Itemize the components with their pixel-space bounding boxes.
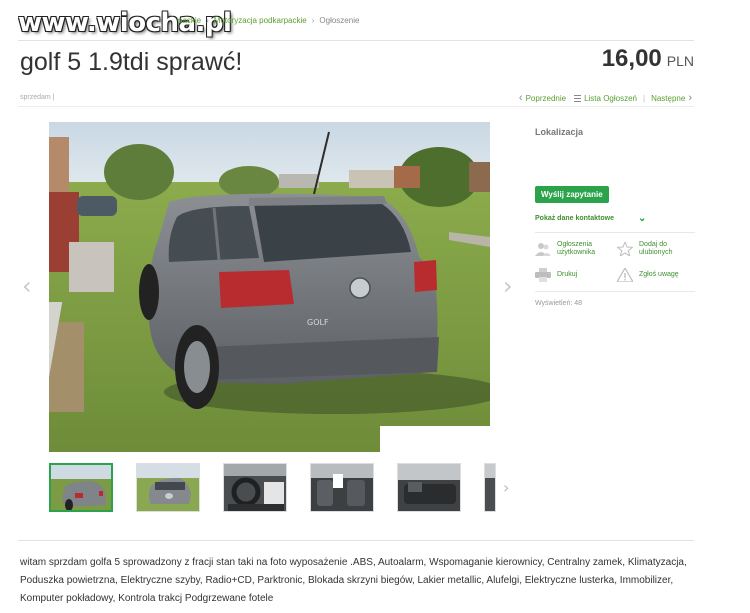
previous-ad-label: Poprzednie (525, 93, 567, 103)
main-photo[interactable]: GOLF (49, 122, 490, 452)
chevron-right-icon: › (206, 16, 209, 25)
report-label: Zgłoś uwagę (639, 271, 679, 278)
thumbnail[interactable] (223, 463, 287, 512)
price-amount: 16,00 (601, 45, 662, 72)
car-photo: GOLF (49, 122, 490, 452)
chevron-right-icon: › (688, 92, 692, 104)
thumbnail-image (485, 464, 495, 511)
thumbnail[interactable] (397, 463, 461, 512)
breadcrumb-item-region[interactable]: packie (178, 16, 201, 25)
chevron-right-icon[interactable]: › (503, 272, 513, 300)
thumbnail-strip (49, 463, 496, 512)
location-label: Lokalizacja (535, 127, 584, 137)
chevron-right-icon[interactable]: › (503, 478, 509, 497)
chevron-down-icon: ⌄ (637, 213, 647, 224)
next-ad-link[interactable]: Następne › (651, 92, 695, 104)
send-inquiry-button[interactable]: Wyślij zapytanie (535, 186, 609, 203)
ad-list-link[interactable]: Lista Ogłoszeń (566, 94, 637, 103)
thumbnail-image (311, 464, 373, 511)
ad-title: golf 5 1.9tdi sprawć! (20, 48, 243, 76)
plate-cover (380, 426, 490, 452)
price-currency: PLN (666, 53, 694, 69)
ad-type-label: sprzedam | (20, 94, 55, 101)
thumbnail[interactable] (136, 463, 200, 512)
ad-list-label: Lista Ogłoszeń (584, 93, 637, 103)
divider (18, 540, 694, 541)
chevron-left-icon[interactable]: ‹ (22, 272, 32, 300)
previous-ad-link[interactable]: ‹ Poprzednie (516, 92, 566, 104)
sidebar: Lokalizacja (535, 127, 695, 137)
printer-icon (535, 268, 551, 282)
listing-page: www.wiocha.pl packie › Motoryzacja podka… (0, 0, 750, 613)
next-ad-label: Następne (651, 93, 686, 103)
add-favorite-label: Dodaj do ulubionych (639, 241, 673, 256)
car-badge-text: GOLF (307, 318, 329, 327)
user-ads-label: Ogłoszenia użytkownika (557, 241, 596, 256)
thumbnail[interactable] (310, 463, 374, 512)
print-link[interactable]: Drukuj (535, 268, 577, 282)
show-contact-label: Pokaż dane kontaktowe (535, 215, 614, 222)
ad-description: witam sprzdam golfa 5 sprowadzony z frac… (20, 557, 687, 604)
list-icon (574, 94, 582, 102)
print-label: Drukuj (557, 271, 578, 278)
breadcrumb: packie › Motoryzacja podkarpackie › Ogło… (178, 16, 359, 25)
ad-price: 16,00 PLN (602, 45, 694, 73)
chevron-right-icon: › (311, 16, 315, 25)
chevron-left-icon: ‹ (518, 92, 523, 104)
divider (535, 291, 695, 292)
thumbnail[interactable] (49, 463, 113, 512)
thumbnail[interactable] (484, 463, 496, 512)
user-ads-link[interactable]: Ogłoszenia użytkownika (535, 241, 615, 257)
thumbnail-image (398, 464, 460, 511)
star-icon (617, 242, 633, 256)
divider (18, 40, 694, 41)
report-link[interactable]: Zgłoś uwagę (617, 268, 679, 282)
breadcrumb-item-category[interactable]: Motoryzacja podkarpackie (214, 16, 307, 25)
add-favorite-link[interactable]: Dodaj do ulubionych (617, 241, 695, 257)
thumbnail-image (224, 464, 286, 511)
divider (18, 106, 694, 107)
divider (535, 232, 695, 233)
users-icon (535, 243, 551, 256)
ad-navigation: ‹ Poprzednie Lista Ogłoszeń | Następne › (516, 92, 695, 104)
thumbnail-image (137, 464, 199, 511)
thumbnail-image (51, 465, 111, 510)
show-contact-toggle[interactable]: Pokaż dane kontaktowe ⌄ (535, 213, 646, 224)
warning-icon (617, 268, 633, 282)
view-count: Wyświetleń: 48 (535, 300, 583, 307)
separator: | (643, 93, 646, 103)
breadcrumb-item-current: Ogłoszenie (319, 16, 360, 25)
